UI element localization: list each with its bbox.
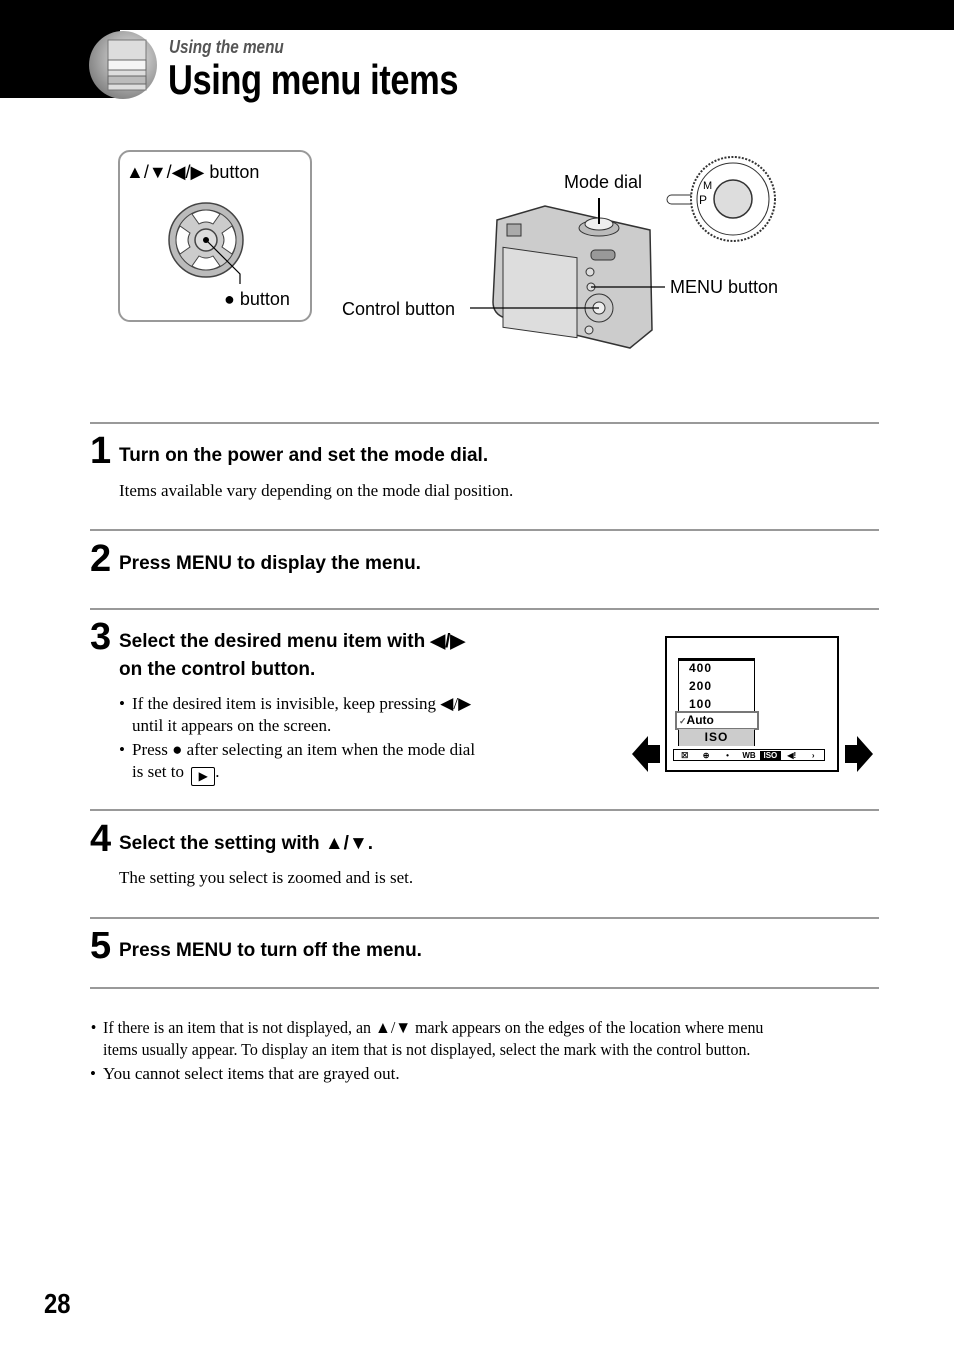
step-2-number: 2 [90, 538, 112, 580]
menu-section-icon [89, 31, 157, 99]
divider [90, 987, 879, 989]
left-arrow-icon [632, 736, 660, 772]
check-icon: ✓ [679, 716, 687, 726]
step-1-body: Items available vary depending on the mo… [119, 481, 514, 500]
step-3-bullet: • If the desired item is invisible, keep… [119, 694, 472, 735]
step-3-bullet: • Press ● after selecting an item when t… [119, 739, 475, 786]
control-button-callout: ▲/▼/◀/▶ button ● button [118, 150, 312, 322]
note-bullet: • If there is an item that is not displa… [90, 1018, 764, 1059]
divider [90, 917, 879, 919]
lcd-menu-bar: ☒ ⊕ • WB ISO ◀! › [673, 749, 825, 761]
playback-mode-icon: ▶ [191, 767, 216, 786]
step-4-heading: Select the setting with ▲/▼. [119, 833, 374, 854]
divider [90, 422, 879, 424]
header-bar [0, 0, 954, 30]
lcd-screen: 400 200 100 ✓Auto ISO ☒ ⊕ • WB ISO ◀! › [665, 636, 839, 772]
step-2-heading: Press MENU to display the menu. [119, 553, 421, 574]
iso-item[interactable]: ISO [759, 750, 782, 760]
step-1-heading: Turn on the power and set the mode dial. [119, 445, 489, 466]
control-button-label: Control button [342, 299, 456, 319]
iso-option-selected[interactable]: ✓Auto [675, 711, 759, 730]
section-subtitle: Using the menu [169, 37, 284, 57]
divider [90, 809, 879, 811]
step-3-number: 3 [90, 616, 112, 658]
iso-option[interactable]: 400 [689, 661, 712, 675]
camera-illustration [470, 198, 665, 349]
exposure-icon[interactable]: ☒ [674, 751, 695, 760]
focus-icon[interactable]: ⊕ [695, 751, 716, 760]
iso-option[interactable]: 200 [689, 679, 712, 693]
page-title: Using menu items [168, 56, 459, 103]
right-arrow-icon [845, 736, 873, 772]
divider [90, 529, 879, 531]
note-bullet: • You cannot select items that are graye… [90, 1064, 400, 1083]
center-button-label: ● button [224, 289, 290, 309]
wb-item[interactable]: WB [738, 751, 759, 760]
iso-caption: ISO [679, 729, 754, 746]
divider [90, 608, 879, 610]
arrow-buttons-label: ▲/▼/◀/▶ button [126, 162, 260, 182]
more-chevron-icon[interactable]: › [803, 751, 824, 760]
mode-dial-icon: M P [666, 156, 776, 242]
step-3-heading-line1: Select the desired menu item with ◀/▶ [119, 631, 465, 652]
step-3-heading-line2: on the control button. [119, 659, 316, 680]
metering-icon[interactable]: • [717, 751, 738, 760]
mode-dial-mark-m: M [703, 180, 712, 192]
step-4-body: The setting you select is zoomed and is … [119, 868, 414, 887]
page-number: 28 [44, 1288, 71, 1319]
step-5-number: 5 [90, 925, 112, 967]
iso-menu-list: 400 200 100 ✓Auto ISO [675, 658, 759, 746]
step-4-number: 4 [90, 818, 112, 860]
menu-button-label: MENU button [670, 277, 779, 297]
quality-icon[interactable]: ◀! [781, 751, 802, 760]
mode-dial-mark-p: P [699, 193, 707, 207]
iso-option[interactable]: 100 [689, 697, 712, 711]
step-1-number: 1 [90, 430, 112, 472]
step-5-heading: Press MENU to turn off the menu. [119, 940, 422, 961]
